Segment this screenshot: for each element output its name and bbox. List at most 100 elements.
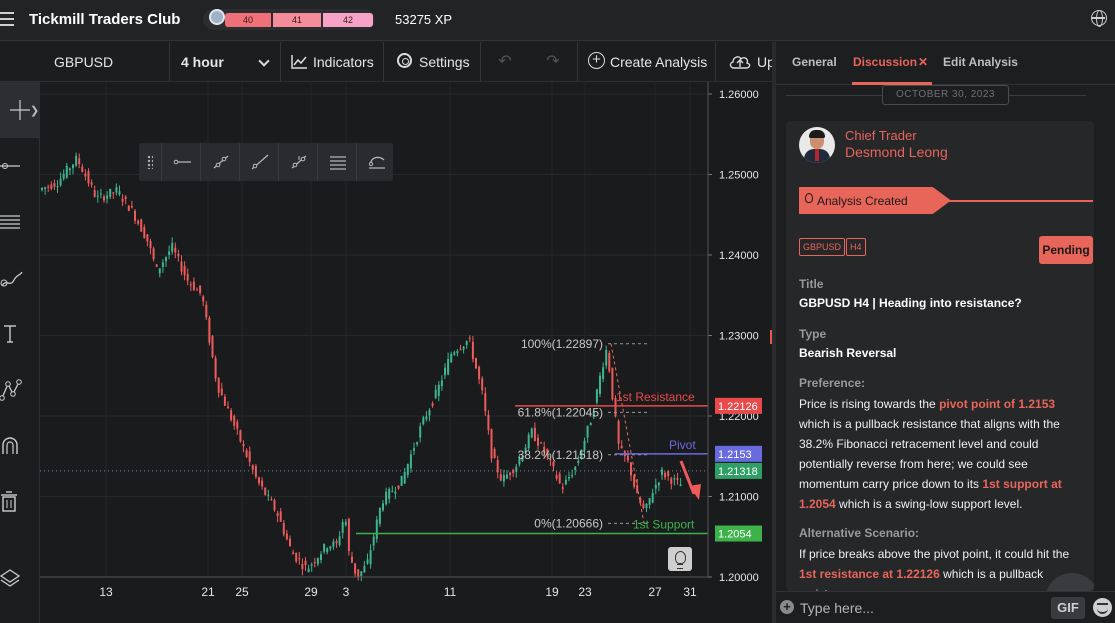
candle-body [292,552,295,555]
globe-icon[interactable] [1091,10,1107,27]
info-line-button[interactable] [278,143,317,181]
candle-body [540,442,543,444]
candle-body [611,367,614,400]
emoji-icon[interactable] [1093,598,1112,617]
candle-body [648,498,651,505]
x-tick-label: 25 [235,585,249,599]
alternative-label: Alternative Scenario: [799,526,920,540]
add-attachment-icon[interactable]: + [780,600,794,614]
y-tick-label: 1.26000 [719,89,759,101]
level-price-label: 1.22126 [718,401,758,413]
candle-body [506,474,508,479]
parallel-channel-button[interactable] [317,143,356,181]
candle-body [295,552,298,562]
author-role: Chief Trader [845,128,917,143]
brush-icon [0,271,23,287]
magnet-tool[interactable] [0,418,40,474]
candle-body [413,448,415,451]
candle-body [168,251,171,255]
candle-body [447,359,450,375]
fibonacci-tool[interactable] [0,194,40,250]
close-tab-icon[interactable]: ✕ [918,55,928,69]
alternative-text: If price breaks above the pivot point, i… [799,547,1070,591]
analysis-panel: General Discussion ✕ Edit Analysis OCTOB… [776,42,1115,623]
y-tick-label: 1.23000 [719,331,759,343]
message-input[interactable] [800,596,1046,620]
tab-edit-analysis[interactable]: Edit Analysis [943,55,1018,69]
level-label: Pivot [669,438,696,452]
x-tick-label: 3 [343,585,350,599]
text-tool[interactable] [0,306,40,362]
avatar[interactable] [799,127,835,163]
candle-body [121,198,124,202]
candle-body [41,187,43,190]
candle-body [149,240,152,249]
text-icon [4,325,16,343]
tab-general[interactable]: General [792,55,837,69]
undo-button[interactable]: ↶ [481,42,529,82]
bearish-arrow-head [689,484,701,500]
gif-button[interactable]: GIF [1051,597,1085,619]
interval-dropdown[interactable]: 4 hour [170,42,281,82]
level-price-label: 1.2054 [718,529,752,541]
candle-body [44,187,47,190]
candle-body [425,416,428,420]
candle-body [561,487,564,489]
candle-body [465,340,468,345]
candle-body [605,349,608,366]
rank-icon [209,9,225,25]
curve-tool-button[interactable] [356,143,395,181]
candle-body [490,429,493,459]
candle-body [617,421,620,444]
symbol-selector[interactable]: GBPUSD [43,42,170,82]
candle-body [112,192,115,194]
horizontal-line-tool[interactable] [0,138,40,194]
candle-body [369,550,372,565]
candle-body [378,507,381,524]
brush-tool[interactable] [0,250,40,306]
redo-button[interactable]: ↷ [529,42,578,82]
candle-body [664,472,667,478]
candle-body [183,266,186,276]
extended-line-button[interactable] [239,143,278,181]
candle-body [651,493,654,503]
lightbulb-icon[interactable] [668,547,692,571]
candle-body [484,393,487,412]
candle-body [75,155,78,166]
analysis-created-label: Analysis Created [817,194,908,208]
layers-tool[interactable] [0,548,40,604]
chevron-right-icon[interactable]: ❯ [30,104,39,117]
candle-body [276,513,279,516]
candle-body [347,518,350,551]
current-price-label: 1.21318 [718,466,758,478]
candle-body [406,464,409,475]
candle-body [90,182,93,185]
candle-body [571,475,574,477]
candle-body [329,546,332,549]
candle-body [134,210,136,221]
candle-body [626,455,629,461]
trend-line-button[interactable] [200,143,239,181]
drag-handle-icon[interactable] [147,155,153,169]
panel-tabs: General Discussion ✕ Edit Analysis [776,42,1115,85]
candle-body [453,352,456,355]
line-tools-popover [139,143,393,181]
candle-body [137,220,140,224]
pattern-tool[interactable] [0,362,40,418]
candle-body [282,523,285,535]
y-tick-label: 1.21000 [719,492,759,504]
candle-body [50,184,53,189]
candle-body [394,491,397,494]
tab-discussion[interactable]: Discussion [853,55,917,69]
xp-level-1: 40 [225,13,271,27]
candle-body [62,173,65,179]
candle-body [323,543,326,552]
candle-body [375,519,378,539]
fib-level-label: 61.8%(1.22045) [518,405,603,419]
ray-tool-button[interactable] [161,143,200,181]
author-name[interactable]: Desmond Leong [845,144,948,160]
menu-icon[interactable] [0,12,14,28]
candle-body [366,559,369,564]
trash-tool[interactable] [0,474,40,530]
candle-body [279,511,282,522]
